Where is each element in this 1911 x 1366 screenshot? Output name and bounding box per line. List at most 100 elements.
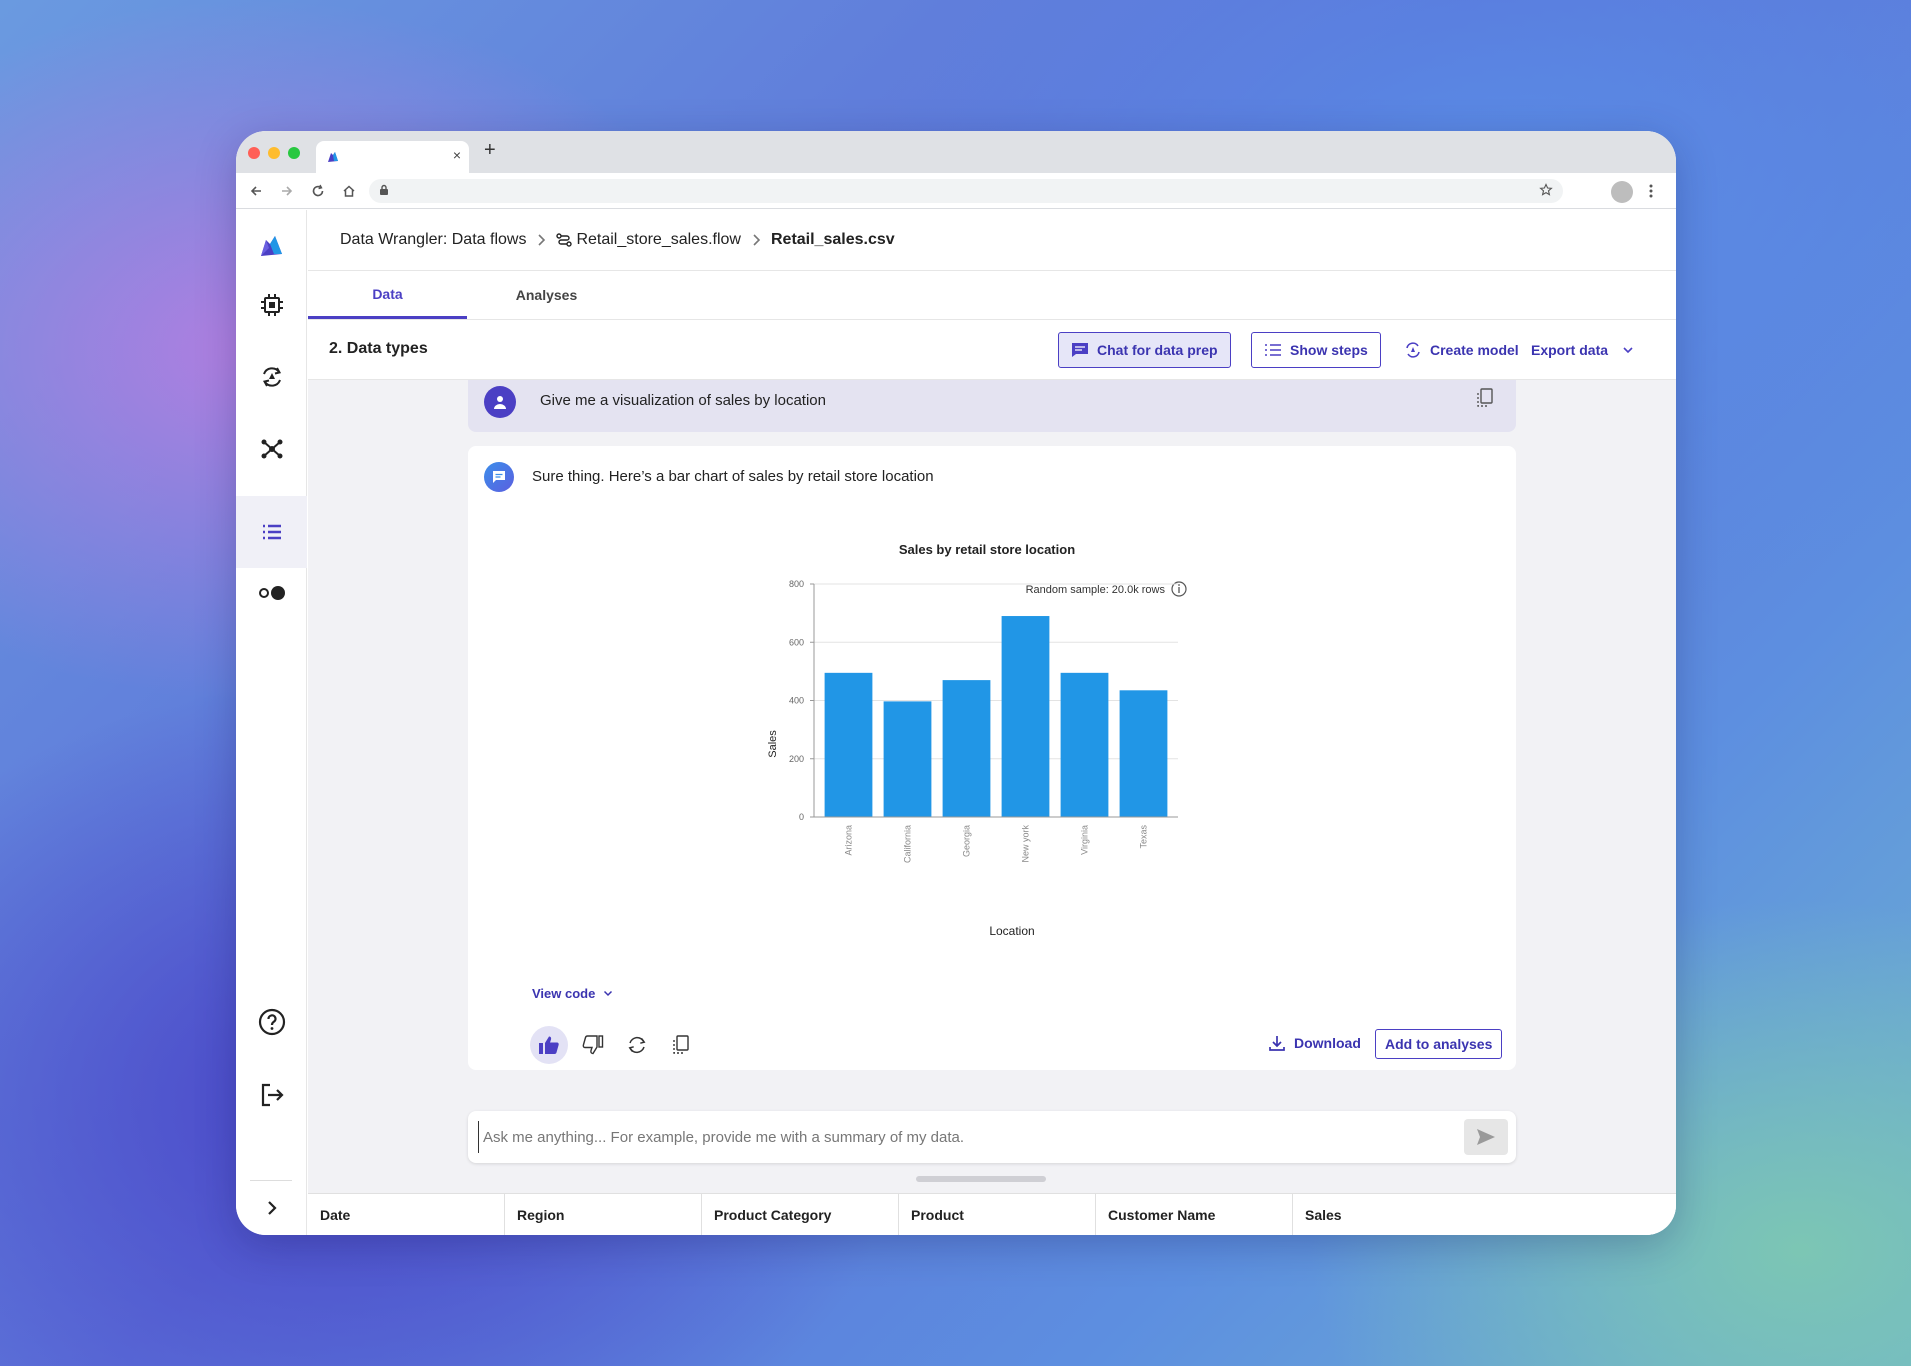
back-icon[interactable] (246, 181, 266, 201)
sidebar-item-pipelines[interactable] (236, 341, 307, 413)
sidebar-divider (250, 1180, 292, 1181)
flow-icon (556, 233, 573, 247)
column-header-customer-name[interactable]: Customer Name (1096, 1194, 1293, 1235)
x-tick-label: Virginia (1080, 825, 1090, 855)
export-data-button[interactable]: Export data (1519, 332, 1646, 368)
bar-arizona[interactable] (824, 672, 873, 817)
sidebar-item-sign-out[interactable] (236, 1059, 307, 1131)
column-header-sales[interactable]: Sales (1293, 1194, 1433, 1235)
chart-annotation: Random sample: 20.0k rows (1026, 584, 1166, 596)
bar-georgia[interactable] (942, 680, 991, 817)
breadcrumb-flow-label: Retail_store_sales.flow (576, 231, 741, 248)
sidebar-item-models[interactable] (236, 413, 307, 485)
chevron-down-icon (1623, 347, 1633, 354)
column-header-region[interactable]: Region (505, 1194, 702, 1235)
chat-for-data-prep-label: Chat for data prep (1097, 342, 1218, 358)
sign-out-icon (261, 1083, 284, 1107)
column-header-product[interactable]: Product (899, 1194, 1096, 1235)
user-avatar-icon (484, 386, 516, 418)
list-icon (262, 524, 281, 540)
x-tick-label: New york (1021, 825, 1031, 863)
sales-bar-chart: Sales by retail store location Random sa… (767, 542, 1187, 938)
browser-menu-icon[interactable] (1648, 183, 1654, 199)
download-label: Download (1294, 1035, 1361, 1051)
tab-data[interactable]: Data (308, 271, 467, 319)
home-icon[interactable] (339, 181, 359, 201)
new-tab-button[interactable]: + (484, 139, 496, 162)
close-window-button[interactable] (248, 147, 260, 159)
address-bar[interactable] (369, 179, 1563, 203)
reload-icon[interactable] (308, 181, 328, 201)
y-tick-label: 600 (789, 637, 804, 647)
bar-california[interactable] (883, 701, 932, 817)
column-header-date[interactable]: Date (308, 1194, 505, 1235)
refresh-icon (628, 1036, 646, 1054)
copy-icon[interactable] (1476, 388, 1494, 408)
sidebar (236, 210, 307, 1235)
chevron-right-icon (267, 1201, 277, 1215)
tab-close-icon[interactable]: × (453, 147, 461, 163)
breadcrumb-current-file: Retail_sales.csv (770, 231, 895, 248)
main-content: Data Wrangler: Data flows Retail_store_s… (308, 210, 1676, 1235)
assistant-message-text: Sure thing. Here’s a bar chart of sales … (532, 468, 934, 485)
sidebar-item-help[interactable] (236, 986, 307, 1058)
breadcrumb-data-flows[interactable]: Data Wrangler: Data flows (340, 231, 526, 249)
create-model-label: Create model (1430, 342, 1519, 358)
column-header-product-category[interactable]: Product Category (702, 1194, 899, 1235)
copy-response-button[interactable] (662, 1026, 700, 1064)
user-message: Give me a visualization of sales by loca… (468, 380, 1516, 432)
chevron-down-icon (604, 990, 613, 997)
bookmark-star-icon[interactable] (1539, 183, 1553, 197)
step-header: 2. Data types Chat for data prep Show st… (308, 320, 1676, 380)
tab-analyses[interactable]: Analyses (467, 271, 626, 319)
sidebar-item-compute[interactable] (236, 269, 307, 341)
forward-icon[interactable] (277, 181, 297, 201)
browser-window: × + Data Wrangler: Data flows Retail_sto… (236, 131, 1676, 1235)
create-model-icon (1406, 342, 1420, 358)
profile-avatar[interactable] (1611, 181, 1633, 203)
maximize-window-button[interactable] (288, 147, 300, 159)
thumbs-up-button[interactable] (530, 1026, 568, 1064)
sidebar-expand[interactable] (236, 1182, 307, 1234)
bar-new-york[interactable] (1001, 616, 1050, 817)
data-table-header: Date Region Product Category Product Custome… (308, 1193, 1676, 1235)
breadcrumb-chevron-icon (536, 233, 546, 247)
browser-toolbar (236, 173, 1676, 209)
sidebar-item-toggle[interactable] (236, 557, 307, 629)
export-data-label: Export data (1531, 342, 1609, 358)
data-wrangler-favicon-icon (328, 152, 338, 162)
breadcrumb-flow[interactable]: Retail_store_sales.flow (556, 231, 741, 249)
minimize-window-button[interactable] (268, 147, 280, 159)
y-tick-label: 800 (789, 579, 804, 589)
y-tick-label: 400 (789, 696, 804, 706)
bar-virginia[interactable] (1060, 672, 1109, 817)
step-title: 2. Data types (329, 340, 428, 357)
download-button[interactable]: Download (1268, 1034, 1361, 1052)
browser-tab[interactable]: × (316, 141, 469, 173)
chart-x-axis-label: Location (989, 924, 1034, 938)
send-button[interactable] (1464, 1119, 1508, 1155)
lock-icon (380, 184, 388, 195)
chat-icon (1072, 343, 1088, 357)
add-to-analyses-button[interactable]: Add to analyses (1375, 1029, 1503, 1059)
create-model-button[interactable]: Create model (1392, 332, 1531, 368)
toggle-dots-icon (258, 586, 285, 600)
user-message-text: Give me a visualization of sales by loca… (540, 392, 826, 409)
y-tick-label: 200 (789, 754, 804, 764)
view-code-toggle[interactable]: View code (532, 986, 613, 1001)
steps-list-icon (1265, 344, 1281, 356)
show-steps-label: Show steps (1290, 342, 1368, 358)
refresh-cycle-icon (262, 367, 281, 387)
thumbs-down-button[interactable] (574, 1026, 612, 1064)
regenerate-button[interactable] (618, 1026, 656, 1064)
x-tick-label: Georgia (962, 825, 972, 857)
chart-title: Sales by retail store location (899, 542, 1075, 557)
data-wrangler-app: Data Wrangler: Data flows Retail_store_s… (236, 210, 1676, 1235)
chat-input[interactable] (478, 1121, 1438, 1153)
bar-texas[interactable] (1119, 690, 1168, 817)
x-tick-label: California (903, 825, 913, 863)
show-steps-button[interactable]: Show steps (1251, 332, 1381, 368)
panel-resize-handle[interactable] (916, 1176, 1046, 1182)
x-tick-label: Arizona (844, 825, 854, 856)
chat-for-data-prep-button[interactable]: Chat for data prep (1058, 332, 1231, 368)
